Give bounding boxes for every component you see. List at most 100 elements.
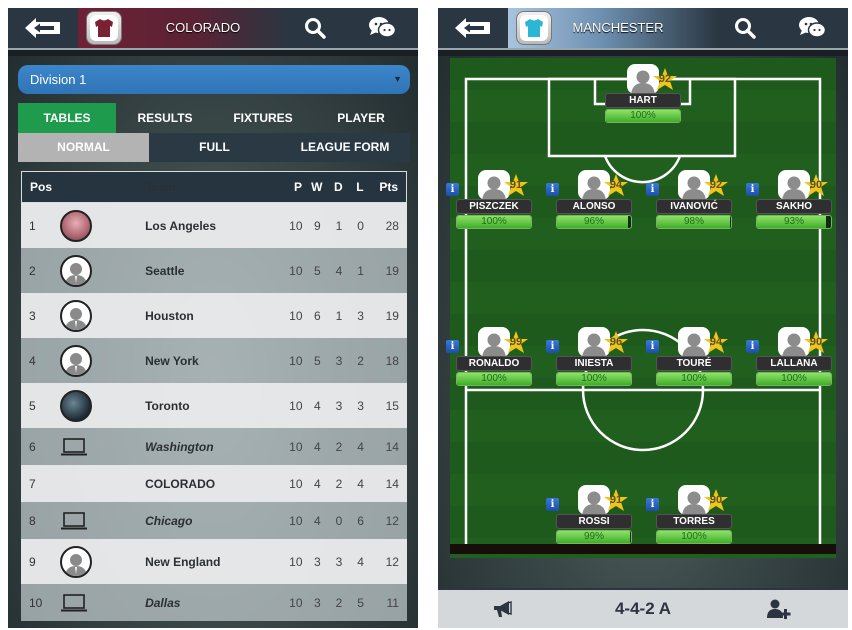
search-icon[interactable] bbox=[304, 17, 326, 39]
team-shirt-badge[interactable] bbox=[86, 11, 122, 45]
player-rating: 91 bbox=[509, 179, 523, 191]
player-name: PISZCZEK bbox=[456, 199, 532, 214]
player-name: HART bbox=[605, 93, 681, 108]
player-card[interactable]: i 99 RONALDO 100% bbox=[446, 327, 534, 387]
subtab-league-form[interactable]: LEAGUE FORM bbox=[280, 133, 410, 162]
row-drawn: 3 bbox=[335, 398, 343, 413]
row-team[interactable]: New England bbox=[145, 555, 279, 569]
back-arrow-icon[interactable] bbox=[454, 17, 492, 39]
team-crest bbox=[60, 254, 93, 287]
player-card[interactable]: i 96 INIESTA 100% bbox=[546, 327, 634, 387]
division-dropdown[interactable]: Division 1 ▼ bbox=[18, 65, 410, 94]
player-card[interactable]: i 92 IVANOVIĆ 98% bbox=[646, 170, 734, 230]
player-name: LALLANA bbox=[756, 356, 832, 371]
row-drawn: 2 bbox=[335, 476, 343, 491]
row-team[interactable]: Chicago bbox=[145, 514, 279, 528]
table-row[interactable]: 2 Seattle 10 5 4 1 19 bbox=[21, 248, 407, 293]
row-points: 14 bbox=[385, 439, 399, 454]
fitness-bar: 100% bbox=[656, 530, 732, 544]
player-card[interactable]: i 94 TOURÉ 100% bbox=[646, 327, 734, 387]
player-name: TOURÉ bbox=[656, 356, 732, 371]
row-pos: 4 bbox=[29, 353, 36, 368]
info-icon[interactable]: i bbox=[646, 498, 659, 511]
player-rating: 94 bbox=[709, 336, 723, 348]
player-card[interactable]: i 90 LALLANA 100% bbox=[746, 327, 834, 387]
row-won: 4 bbox=[313, 398, 321, 413]
row-pos: 2 bbox=[29, 263, 36, 278]
chat-bubbles-icon[interactable] bbox=[368, 16, 396, 40]
row-team[interactable]: Washington bbox=[145, 440, 279, 454]
player-card[interactable]: i 90 TORRES 100% bbox=[646, 485, 734, 545]
tab-results[interactable]: RESULTS bbox=[116, 103, 214, 133]
row-won: 4 bbox=[313, 513, 321, 528]
row-points: 28 bbox=[385, 218, 399, 233]
row-won: 4 bbox=[313, 476, 321, 491]
chat-bubbles-icon[interactable] bbox=[798, 16, 826, 40]
player-card[interactable]: i 91 PISZCZEK 100% bbox=[446, 170, 534, 230]
table-row[interactable]: 7 COLORADO 10 4 2 4 14 bbox=[21, 465, 407, 502]
table-body: 1 Los Angeles 10 9 1 0 28 2 Seattle 10 5 4 1 19 3 Houst… bbox=[21, 203, 407, 621]
user-silhouette-icon bbox=[65, 553, 88, 576]
sub-tabs: NORMAL FULL LEAGUE FORM bbox=[18, 133, 410, 162]
row-pos: 8 bbox=[29, 513, 36, 528]
player-card[interactable]: i 90 SAKHO 93% bbox=[746, 170, 834, 230]
header-shadow bbox=[8, 50, 418, 56]
row-team[interactable]: Seattle bbox=[145, 264, 279, 278]
table-row[interactable]: 9 New England 10 3 3 4 12 bbox=[21, 539, 407, 584]
shirt-icon bbox=[95, 19, 113, 37]
row-team[interactable]: COLORADO bbox=[145, 477, 279, 491]
table-row[interactable]: 6 Washington 10 4 2 4 14 bbox=[21, 428, 407, 465]
fitness-bar: 99% bbox=[556, 530, 632, 544]
back-arrow-icon[interactable] bbox=[24, 17, 62, 39]
info-icon[interactable]: i bbox=[646, 340, 659, 353]
tab-tables[interactable]: TABLES bbox=[18, 103, 116, 133]
info-icon[interactable]: i bbox=[746, 183, 759, 196]
laptop-icon bbox=[61, 511, 88, 529]
row-points: 11 bbox=[386, 595, 399, 610]
player-name: RONALDO bbox=[456, 356, 532, 371]
row-team[interactable]: Dallas bbox=[145, 596, 279, 610]
tab-fixtures[interactable]: FIXTURES bbox=[214, 103, 312, 133]
table-row[interactable]: 4 New York 10 5 3 2 18 bbox=[21, 338, 407, 383]
tab-player[interactable]: PLAYER bbox=[312, 103, 410, 133]
table-row[interactable]: 5 Toronto 10 4 3 3 15 bbox=[21, 383, 407, 428]
fitness-bar: 100% bbox=[456, 215, 532, 229]
formation-selector[interactable]: 4-4-2 A bbox=[568, 590, 718, 628]
top-bar: MANCHESTER bbox=[438, 8, 848, 56]
megaphone-icon[interactable] bbox=[492, 600, 514, 618]
table-row[interactable]: 8 Chicago 10 4 0 6 12 bbox=[21, 502, 407, 539]
subtab-normal[interactable]: NORMAL bbox=[18, 133, 149, 162]
team-shirt-badge[interactable] bbox=[516, 11, 552, 45]
row-played: 10 bbox=[289, 218, 303, 233]
header-shadow bbox=[438, 50, 848, 56]
info-icon[interactable]: i bbox=[546, 340, 559, 353]
row-points: 14 bbox=[385, 476, 399, 491]
table-row[interactable]: 10 Dallas 10 3 2 5 11 bbox=[21, 584, 407, 621]
row-drawn: 1 bbox=[335, 308, 343, 323]
subtab-full[interactable]: FULL bbox=[149, 133, 280, 162]
info-icon[interactable]: i bbox=[646, 183, 659, 196]
row-won: 5 bbox=[313, 353, 321, 368]
player-name: IVANOVIĆ bbox=[656, 199, 732, 214]
add-user-icon[interactable] bbox=[766, 599, 792, 619]
player-name: SAKHO bbox=[756, 199, 832, 214]
player-card[interactable]: i 91 ROSSI 99% bbox=[546, 485, 634, 545]
player-card[interactable]: i 94 ALONSO 96% bbox=[546, 170, 634, 230]
info-icon[interactable]: i bbox=[746, 340, 759, 353]
header-team: Team bbox=[145, 180, 176, 194]
row-team[interactable]: Los Angeles bbox=[145, 219, 279, 233]
search-icon[interactable] bbox=[734, 17, 756, 39]
table-row[interactable]: 1 Los Angeles 10 9 1 0 28 bbox=[21, 203, 407, 248]
row-team[interactable]: Toronto bbox=[145, 399, 279, 413]
table-row[interactable]: 3 Houston 10 6 1 3 19 bbox=[21, 293, 407, 338]
row-team[interactable]: New York bbox=[145, 354, 279, 368]
player-rating: 92 bbox=[709, 179, 723, 191]
info-icon[interactable]: i bbox=[446, 183, 459, 196]
player-card[interactable]: 92 HART 100% bbox=[603, 64, 683, 124]
row-crest bbox=[60, 209, 145, 242]
info-icon[interactable]: i bbox=[446, 340, 459, 353]
info-icon[interactable]: i bbox=[546, 183, 559, 196]
row-team[interactable]: Houston bbox=[145, 309, 279, 323]
info-icon[interactable]: i bbox=[546, 498, 559, 511]
row-pos: 9 bbox=[29, 554, 36, 569]
